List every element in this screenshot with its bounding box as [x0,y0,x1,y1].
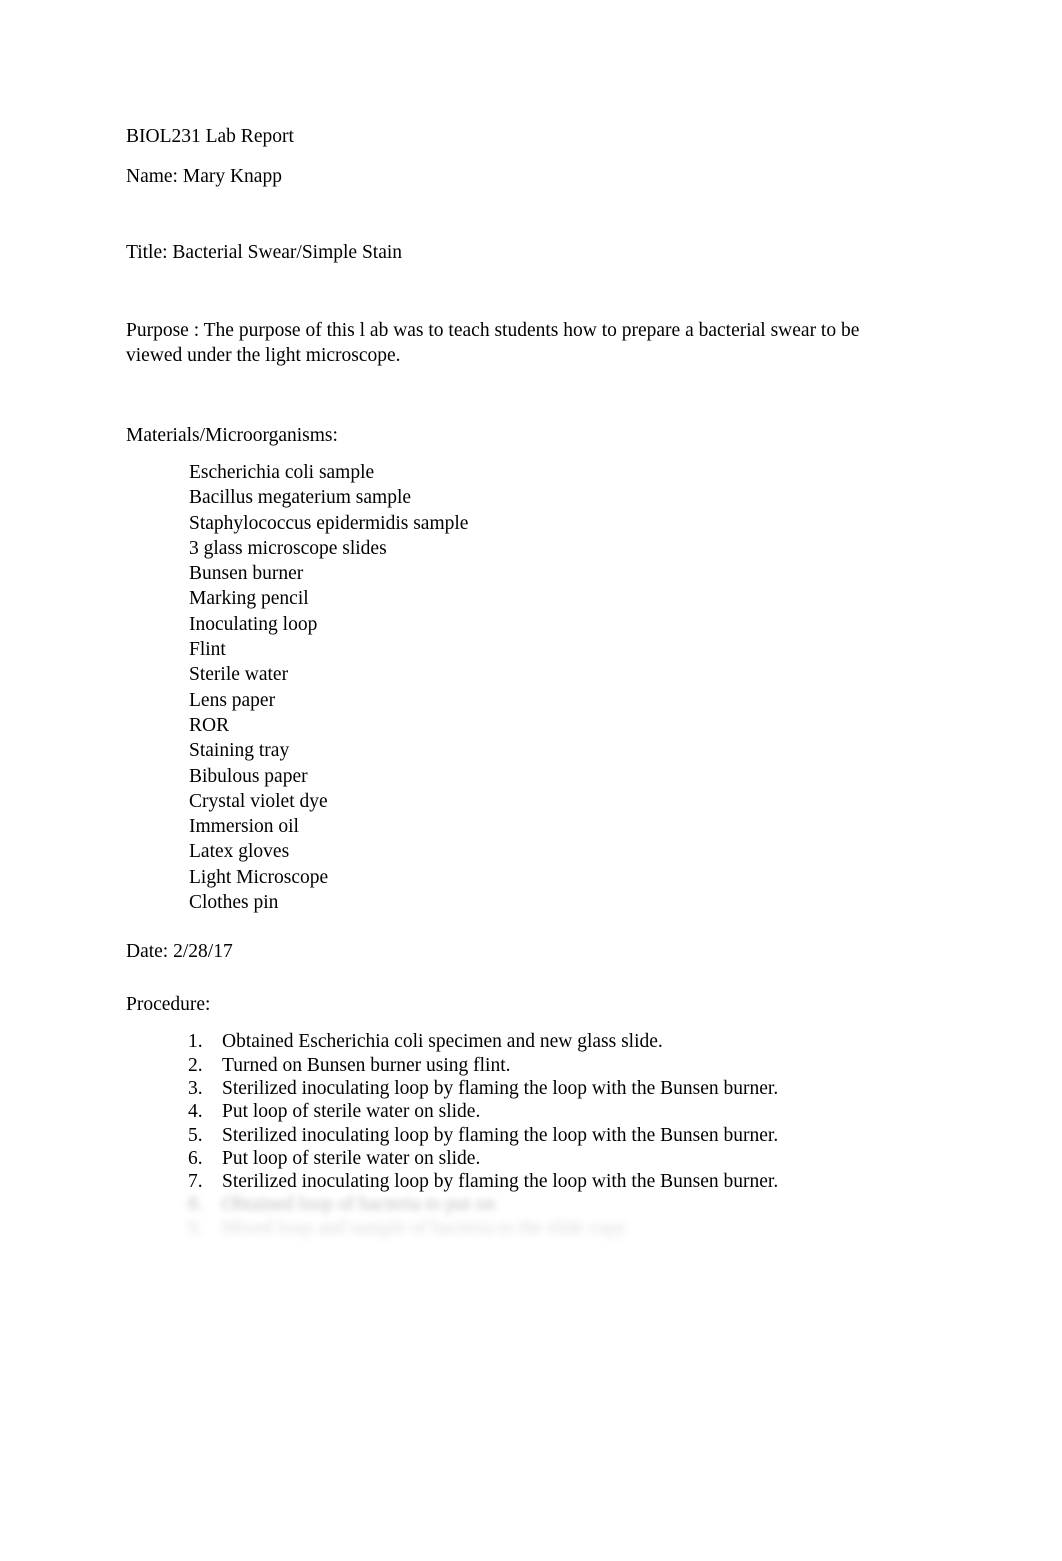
procedure-item-number: 3. [188,1077,203,1099]
procedure-item-number: 7. [188,1171,203,1193]
procedure-item-text: Sterilized inoculating loop by flaming t… [222,1171,779,1193]
procedure-list-item: 4. Put loop of sterile water on slide. [188,1100,926,1123]
materials-list-item: Bibulous paper [189,765,308,787]
procedure-item-text: Put loop of sterile water on slide. [222,1101,481,1123]
materials-list-item: Latex gloves [189,841,290,863]
materials-list-item: Inoculating loop [189,613,318,635]
procedure-item-text: Sterilized inoculating loop by flaming t… [222,1077,779,1099]
course-line: BIOL231 Lab Report [126,126,294,147]
procedure-list-item: 1. Obtained Escherichia coli specimen and… [188,1030,926,1053]
procedure-item-number: 8. [188,1194,203,1216]
procedure-item-number: 9. [188,1217,203,1239]
procedure-item-text: Put loop of sterile water on slide. [222,1147,481,1169]
procedure-list-item: 2. Turned on Bunsen burner using flint. [188,1054,926,1077]
materials-list-item: Clothes pin [189,892,279,914]
materials-list-item: Bunsen burner [189,563,304,585]
materials-list-item: Sterile water [189,664,289,686]
materials-list-item: Bacillus megaterium sample [189,487,412,509]
procedure-list-item: 5. Sterilized inoculating loop by flaming… [188,1124,926,1147]
materials-list-item: Staining tray [189,740,290,762]
procedure-item-text: Sterilized inoculating loop by flaming t… [222,1124,779,1146]
materials-list-item: Flint [189,639,226,661]
procedure-item-text: Obtained Escherichia coli specimen and n… [222,1031,663,1053]
procedure-list-item: 7. Sterilized inoculating loop by flaming… [188,1170,926,1193]
student-name-line: Name: Mary Knapp [126,166,282,187]
purpose-paragraph: Purpose : The purpose of this l ab was t… [126,320,865,366]
procedure-list-item: 9. Mixed loop and sample of bacteria to t… [188,1217,926,1240]
materials-list-item: Lens paper [189,689,276,711]
procedure-list-item: 3. Sterilized inoculating loop by flaming… [188,1077,926,1100]
procedure-heading: Procedure: [126,994,211,1016]
report-title: Title: Bacterial Swear/Simple Stain [126,242,403,263]
procedure-item-number: 6. [188,1147,203,1169]
materials-list-item: Staphylococcus epidermidis sample [189,512,469,534]
materials-list-item: Crystal violet dye [189,790,328,812]
procedure-item-number: 1. [188,1031,203,1053]
procedure-list-item: 6. Put loop of sterile water on slide. [188,1147,926,1170]
procedure-item-number: 5. [188,1124,203,1146]
document-page: BIOL231 Lab Report Name: Mary Knapp Titl… [0,0,1062,1561]
materials-list-item: ROR [189,714,230,736]
materials-list: Escherichia coli sample Bacillus megateri… [126,460,926,915]
procedure-item-number: 4. [188,1101,203,1123]
procedure-item-text: Mixed loop and sample of bacteria to the… [222,1217,627,1239]
materials-list-item: Escherichia coli sample [189,462,375,483]
procedure-list: 1. Obtained Escherichia coli specimen and… [126,1030,926,1240]
materials-list-item: 3 glass microscope slides [189,537,387,559]
materials-list-item: Light Microscope [189,866,329,888]
procedure-list-item: 8. Obtained loop of bacteria to put on [188,1193,926,1216]
procedure-item-text: Obtained loop of bacteria to put on [222,1194,495,1216]
procedure-item-number: 2. [188,1054,203,1076]
materials-list-item: Immersion oil [189,816,299,838]
date-line: Date: 2/28/17 [126,941,233,963]
document-body: BIOL231 Lab Report Name: Mary Knapp Titl… [126,124,926,1240]
materials-heading: Materials/Microorganisms: [126,425,338,446]
materials-list-item: Marking pencil [189,588,309,610]
procedure-item-text: Turned on Bunsen burner using flint. [222,1054,511,1076]
